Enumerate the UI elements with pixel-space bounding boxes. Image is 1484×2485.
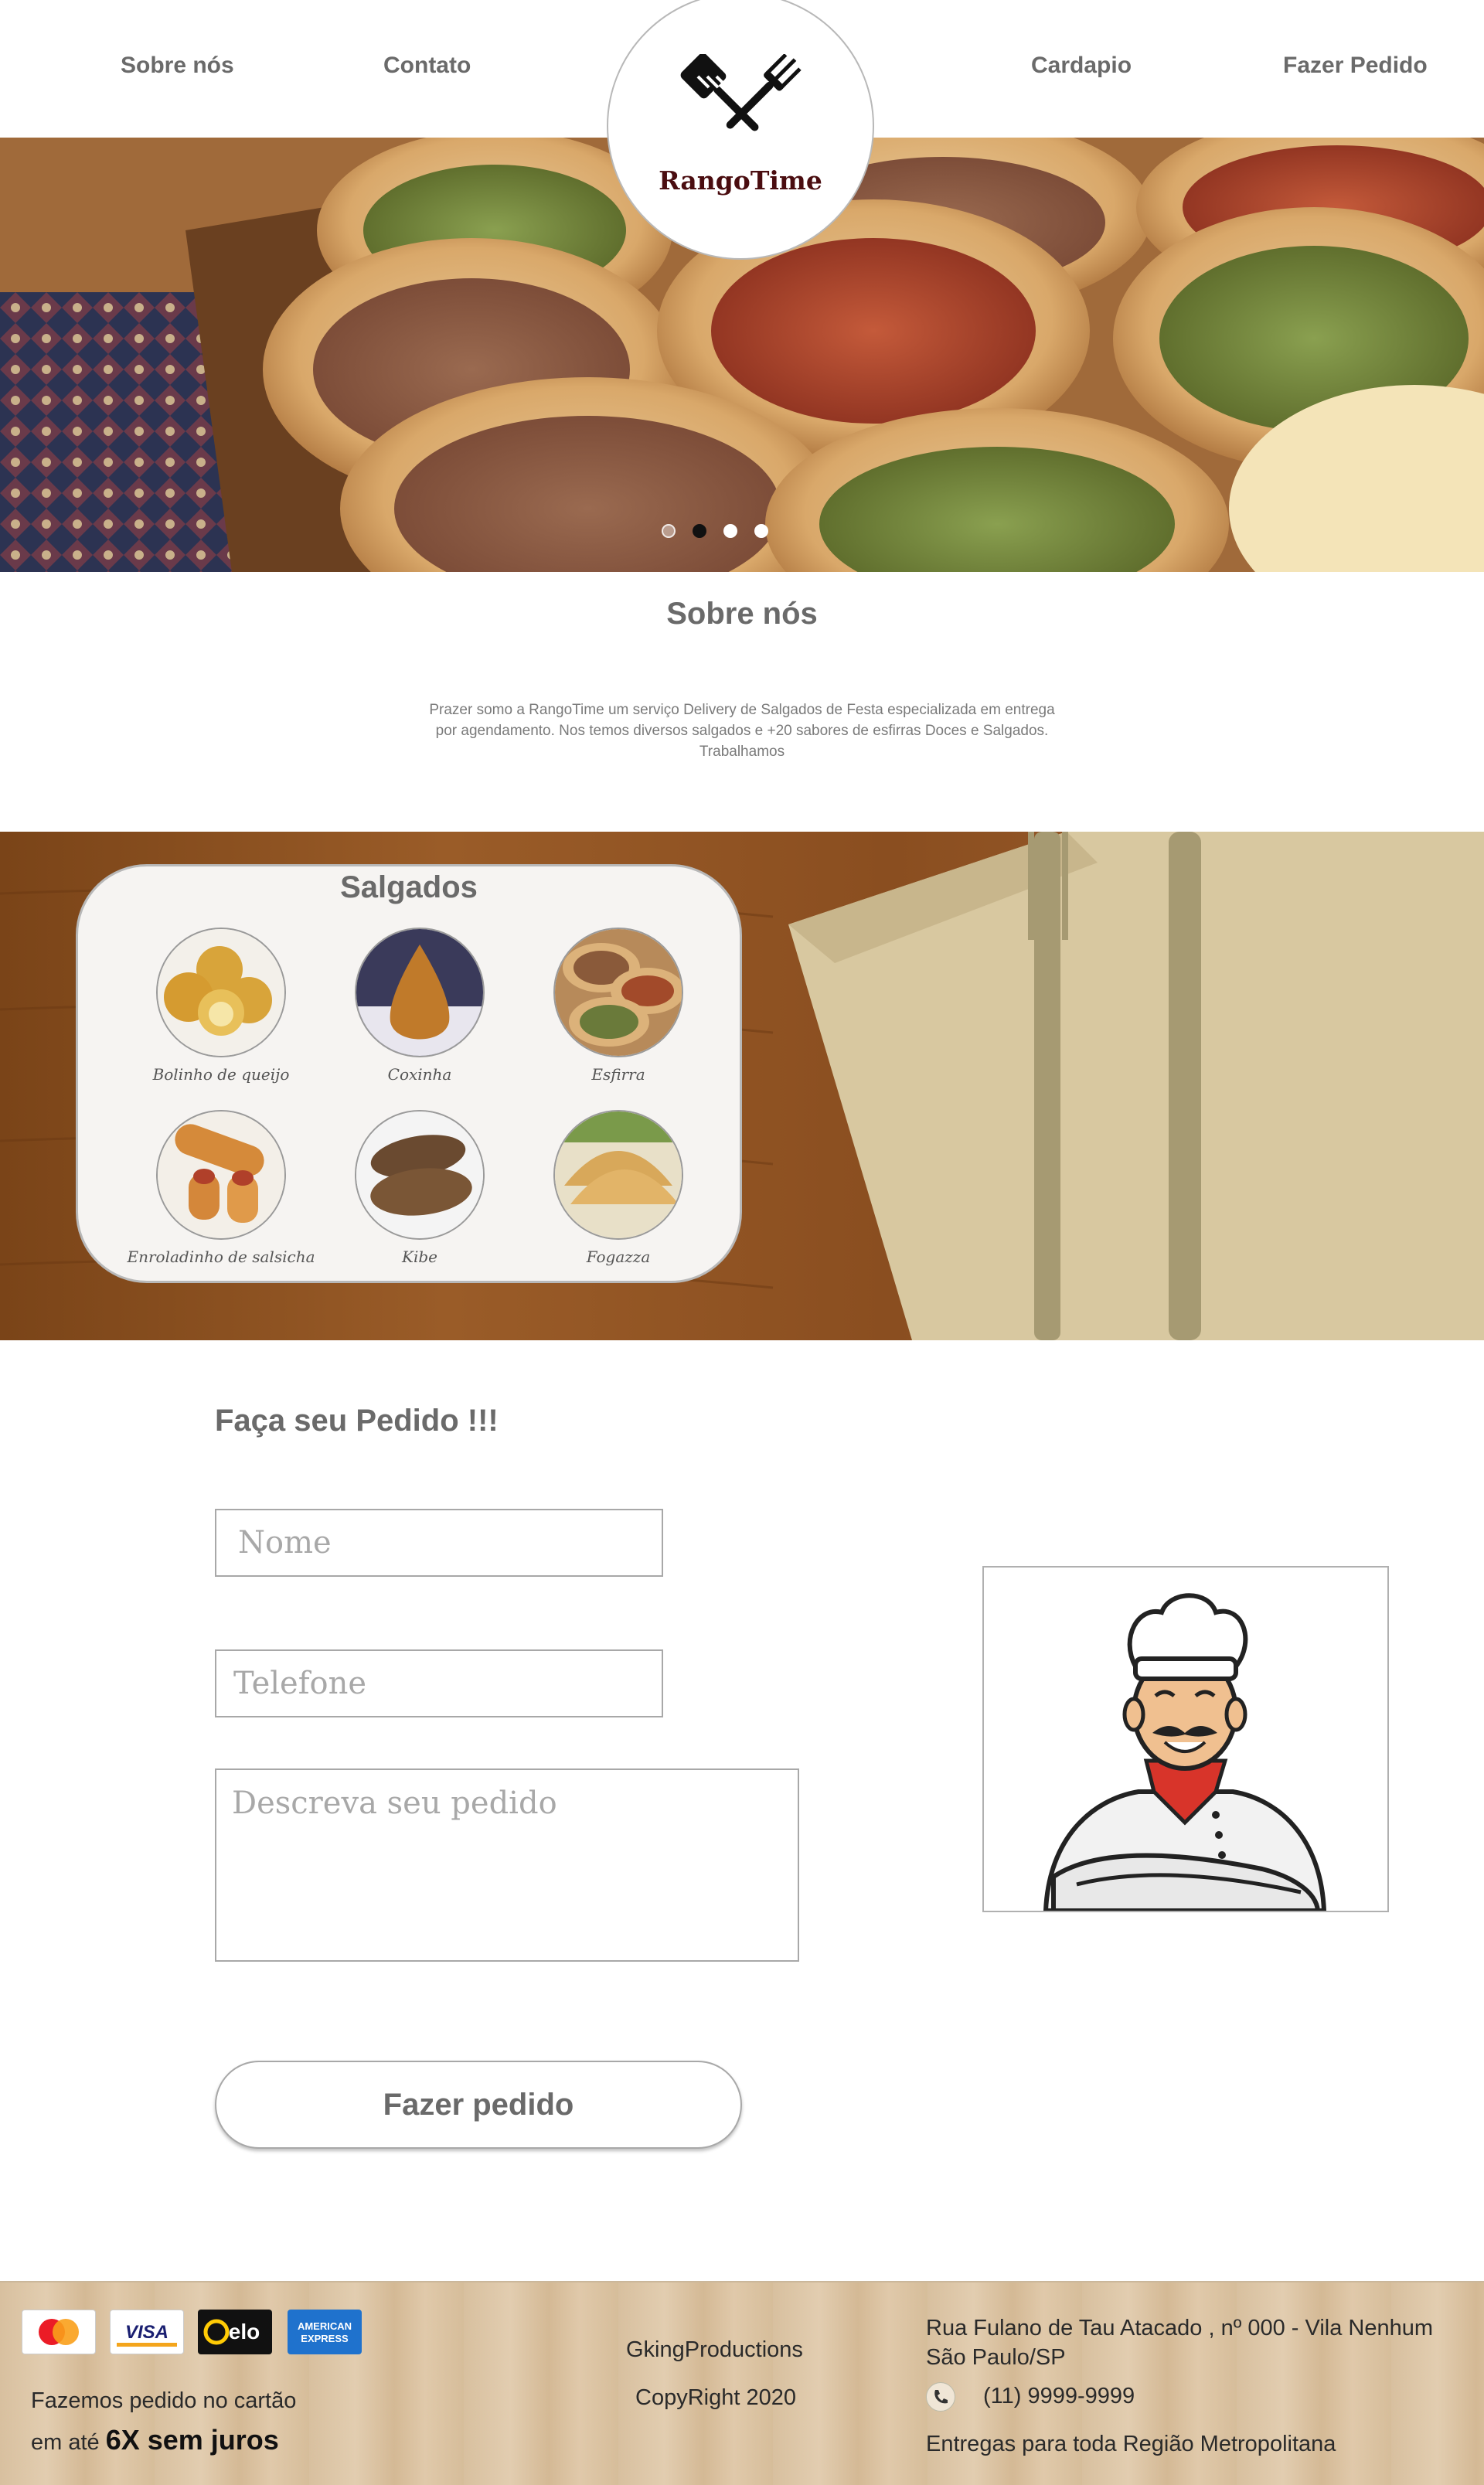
coxinha-image bbox=[355, 928, 485, 1057]
esfirra-image bbox=[553, 928, 683, 1057]
salgado-item[interactable]: Enroladinho de salsicha bbox=[121, 1110, 322, 1266]
fogazza-image bbox=[553, 1110, 683, 1240]
brand-logo[interactable]: RangoTime bbox=[607, 0, 874, 260]
visa-text: VISA bbox=[125, 2322, 168, 2343]
visa-icon: VISA bbox=[110, 2310, 184, 2354]
nav-contato[interactable]: Contato bbox=[383, 53, 471, 79]
delivery-area: Entregas para toda Região Metropolitana bbox=[926, 2432, 1336, 2456]
installments-prefix: em até bbox=[31, 2430, 106, 2455]
about-line: por agendamento. Nos temos diversos salg… bbox=[435, 723, 1049, 739]
salgado-item[interactable]: Kibe bbox=[319, 1110, 520, 1266]
salgado-name: Esfirra bbox=[591, 1065, 645, 1084]
address-line-2: São Paulo/SP bbox=[926, 2345, 1066, 2370]
about-title: Sobre nós bbox=[666, 597, 818, 631]
salgado-name: Bolinho de queijo bbox=[152, 1065, 290, 1084]
amex-icon: AMERICAN EXPRESS bbox=[288, 2310, 362, 2354]
nav-cardapio[interactable]: Cardapio bbox=[1031, 53, 1132, 79]
company-name: GkingProductions bbox=[626, 2337, 803, 2362]
kibe-image bbox=[355, 1110, 485, 1240]
amex-line-2: EXPRESS bbox=[301, 2333, 349, 2344]
salgado-name: Kibe bbox=[402, 1248, 437, 1266]
about-line: Prazer somo a RangoTime um serviço Deliv… bbox=[429, 702, 1055, 718]
amex-line-1: AMERICAN bbox=[298, 2320, 352, 2332]
nav-sobre-nos[interactable]: Sobre nós bbox=[121, 53, 234, 79]
carousel-dot-1[interactable] bbox=[662, 524, 676, 538]
salgado-name: Coxinha bbox=[387, 1065, 452, 1084]
submit-order-button[interactable]: Fazer pedido bbox=[215, 2061, 742, 2149]
salgado-item[interactable]: Esfirra bbox=[518, 928, 719, 1084]
about-line: Trabalhamos bbox=[699, 744, 785, 760]
phone-input[interactable] bbox=[215, 1649, 663, 1717]
spatula-fork-icon bbox=[680, 54, 802, 131]
installments-line-1: Fazemos pedido no cartão bbox=[31, 2388, 297, 2413]
installments-line-2: em até 6X sem juros bbox=[31, 2424, 279, 2456]
enroladinho-de-salsicha-image bbox=[156, 1110, 286, 1240]
brand-name: RangoTime bbox=[659, 165, 822, 196]
name-input[interactable] bbox=[215, 1509, 663, 1577]
copyright: CopyRight 2020 bbox=[635, 2385, 796, 2410]
installments-highlight: 6X sem juros bbox=[105, 2424, 279, 2456]
salgado-name: Fogazza bbox=[586, 1248, 651, 1266]
salgado-item[interactable]: Bolinho de queijo bbox=[121, 928, 322, 1084]
order-title: Faça seu Pedido !!! bbox=[215, 1404, 499, 1438]
salgados-title: Salgados bbox=[340, 870, 478, 904]
salgado-item[interactable]: Coxinha bbox=[319, 928, 520, 1084]
address-line-1: Rua Fulano de Tau Atacado , nº 000 - Vil… bbox=[926, 2316, 1434, 2340]
salgado-item[interactable]: Fogazza bbox=[518, 1110, 719, 1266]
about-text: Prazer somo a RangoTime um serviço Deliv… bbox=[417, 700, 1067, 762]
salgado-name: Enroladinho de salsicha bbox=[127, 1248, 315, 1266]
bolinho-de-queijo-image bbox=[156, 928, 286, 1057]
phone-number: (11) 9999-9999 bbox=[983, 2384, 1135, 2408]
chef-illustration bbox=[984, 1568, 1387, 1911]
order-description-textarea[interactable] bbox=[215, 1768, 799, 1962]
chef-image bbox=[982, 1566, 1389, 1912]
phone-icon bbox=[926, 2382, 955, 2412]
nav-fazer-pedido[interactable]: Fazer Pedido bbox=[1283, 53, 1428, 79]
carousel-dot-4[interactable] bbox=[754, 524, 768, 538]
carousel-dot-3[interactable] bbox=[723, 524, 737, 538]
carousel-dot-2[interactable] bbox=[693, 524, 706, 538]
carousel-indicators bbox=[662, 524, 785, 540]
elo-text: elo bbox=[229, 2320, 260, 2344]
elo-icon: elo bbox=[198, 2310, 272, 2354]
mastercard-icon bbox=[22, 2310, 96, 2354]
